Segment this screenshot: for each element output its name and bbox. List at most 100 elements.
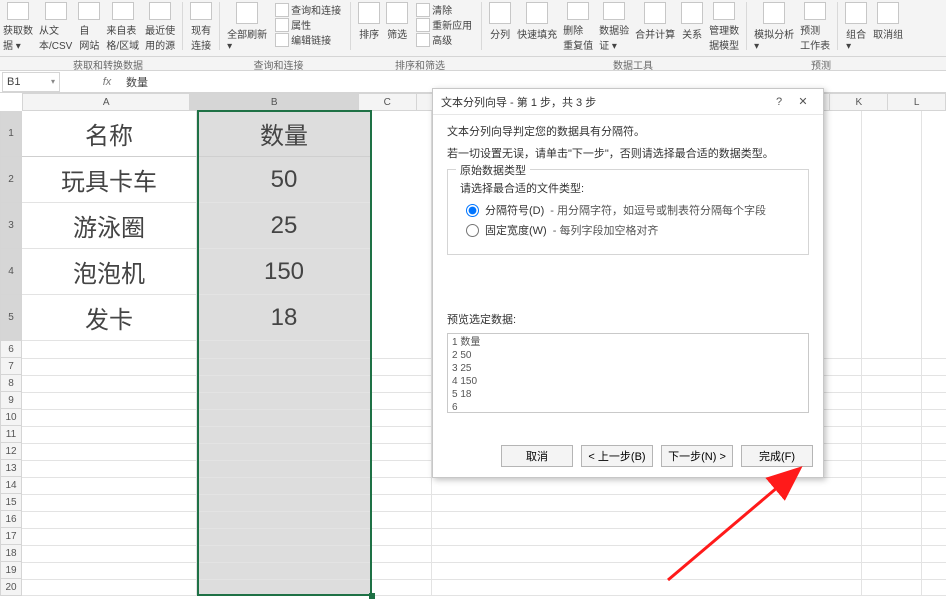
row-header-15[interactable]: 15 bbox=[0, 494, 22, 511]
row-header-19[interactable]: 19 bbox=[0, 562, 22, 579]
cell-b3[interactable]: 25 bbox=[197, 203, 372, 249]
radio-fixed-hint: - 每列字段加空格对齐 bbox=[553, 222, 659, 238]
ribbon-consolidate[interactable]: 合并计算 bbox=[632, 2, 678, 52]
text2col-icon bbox=[489, 2, 511, 24]
row-header-11[interactable]: 11 bbox=[0, 426, 22, 443]
chevron-down-icon: ▾ bbox=[51, 77, 55, 86]
cell-a1[interactable]: 名称 bbox=[22, 111, 197, 157]
ribbon-relations[interactable]: 关系 bbox=[678, 2, 706, 52]
col-header-c[interactable]: C bbox=[359, 93, 417, 111]
ribbon-flashfill[interactable]: 快速填充 bbox=[514, 2, 560, 52]
row-header-1[interactable]: 1 bbox=[0, 111, 22, 157]
editlinks-icon bbox=[275, 33, 289, 47]
col-header-a[interactable]: A bbox=[22, 93, 190, 111]
cell-a4[interactable]: 泡泡机 bbox=[22, 249, 197, 295]
next-button[interactable]: 下一步(N) > bbox=[661, 445, 733, 467]
row-header-20[interactable]: 20 bbox=[0, 579, 22, 596]
ribbon-reapply[interactable]: 重新应用 bbox=[413, 17, 475, 32]
cell-a2[interactable]: 玩具卡车 bbox=[22, 157, 197, 203]
col-header-k[interactable]: K bbox=[830, 93, 888, 111]
radio-fixed-input[interactable] bbox=[466, 224, 479, 237]
ribbon-queries[interactable]: 查询和连接 bbox=[272, 2, 344, 17]
row-header-17[interactable]: 17 bbox=[0, 528, 22, 545]
dialog-titlebar[interactable]: 文本分列向导 - 第 1 步，共 3 步 ? ✕ bbox=[433, 89, 823, 115]
ribbon-recent[interactable]: 最近使用的源 bbox=[142, 2, 178, 52]
cell-c-empty[interactable] bbox=[372, 111, 432, 596]
finish-button[interactable]: 完成(F) bbox=[741, 445, 813, 467]
relations-icon bbox=[681, 2, 703, 24]
name-box[interactable]: B1 ▾ bbox=[2, 72, 60, 92]
ribbon-filter[interactable]: 筛选 bbox=[383, 2, 411, 52]
cell-a5[interactable]: 发卡 bbox=[22, 295, 197, 341]
ribbon-from-text[interactable]: 从文本/CSV bbox=[36, 2, 75, 52]
row-header-6[interactable]: 6 bbox=[0, 341, 22, 358]
ribbon-ungroup[interactable]: 取消组 bbox=[870, 2, 906, 52]
cell-b-empty[interactable] bbox=[197, 341, 372, 596]
cell-b2[interactable]: 50 bbox=[197, 157, 372, 203]
ribbon-data-model[interactable]: 管理数据模型 bbox=[706, 2, 742, 52]
cell-a3[interactable]: 游泳圈 bbox=[22, 203, 197, 249]
cell-a-empty[interactable] bbox=[22, 341, 197, 596]
row-header-9[interactable]: 9 bbox=[0, 392, 22, 409]
fx-icon[interactable]: fx bbox=[94, 76, 120, 88]
row-header-13[interactable]: 13 bbox=[0, 460, 22, 477]
group-tools: 数据工具 bbox=[499, 57, 767, 70]
ribbon-text-to-columns[interactable]: 分列 bbox=[486, 2, 514, 52]
close-icon[interactable]: ✕ bbox=[791, 95, 815, 108]
ribbon-sort[interactable]: 排序 bbox=[355, 2, 383, 52]
help-icon[interactable]: ? bbox=[767, 96, 791, 108]
row-header-10[interactable]: 10 bbox=[0, 409, 22, 426]
row-header-3[interactable]: 3 bbox=[0, 203, 22, 249]
row-header-16[interactable]: 16 bbox=[0, 511, 22, 528]
filter-icon bbox=[386, 2, 408, 24]
cancel-button[interactable]: 取消 bbox=[501, 445, 573, 467]
name-box-value: B1 bbox=[7, 76, 20, 88]
ribbon-advanced[interactable]: 高级 bbox=[413, 32, 475, 47]
ribbon-clear[interactable]: 清除 bbox=[413, 2, 475, 17]
back-button[interactable]: < 上一步(B) bbox=[581, 445, 653, 467]
row-header-8[interactable]: 8 bbox=[0, 375, 22, 392]
cell-k-empty[interactable] bbox=[862, 111, 922, 596]
ribbon-whatif[interactable]: 模拟分析▾ bbox=[751, 2, 797, 52]
radio-fixed[interactable]: 固定宽度(W) - 每列字段加空格对齐 bbox=[466, 222, 796, 238]
cell-b5[interactable]: 18 bbox=[197, 295, 372, 341]
row-header-14[interactable]: 14 bbox=[0, 477, 22, 494]
col-header-b[interactable]: B bbox=[190, 93, 358, 111]
gridline bbox=[22, 511, 946, 512]
ribbon-from-web[interactable]: 自网站 bbox=[75, 2, 103, 52]
selection-handle[interactable] bbox=[369, 593, 375, 599]
ribbon-group[interactable]: 组合▾ bbox=[842, 2, 870, 52]
ribbon-editlinks[interactable]: 编辑链接 bbox=[272, 32, 344, 47]
ribbon-remove-dup[interactable]: 删除重复值 bbox=[560, 2, 596, 52]
row-header-2[interactable]: 2 bbox=[0, 157, 22, 203]
ribbon-refresh-all[interactable]: 全部刷新▾ bbox=[224, 2, 270, 52]
ribbon-data-valid[interactable]: 数据验证 ▾ bbox=[596, 2, 632, 52]
row-header-7[interactable]: 7 bbox=[0, 358, 22, 375]
gridline bbox=[22, 528, 946, 529]
row-header-12[interactable]: 12 bbox=[0, 443, 22, 460]
cell-b4[interactable]: 150 bbox=[197, 249, 372, 295]
row-header-18[interactable]: 18 bbox=[0, 545, 22, 562]
ribbon-forecast[interactable]: 预测工作表 bbox=[797, 2, 833, 52]
row-header-4[interactable]: 4 bbox=[0, 249, 22, 295]
ribbon-from-table[interactable]: 来自表格/区域 bbox=[103, 2, 142, 52]
ribbon-filter-column: 清除 重新应用 高级 bbox=[411, 2, 477, 52]
row-header-5[interactable]: 5 bbox=[0, 295, 22, 341]
radio-delimited[interactable]: 分隔符号(D) - 用分隔字符，如逗号或制表符分隔每个字段 bbox=[466, 202, 796, 218]
whatif-icon bbox=[763, 2, 785, 24]
group-get: 获取和转换数据 bbox=[0, 57, 216, 70]
radio-delimited-input[interactable] bbox=[466, 204, 479, 217]
ribbon: 获取数据 ▾ 从文本/CSV 自网站 来自表格/区域 最近使用的源 现有连接 全… bbox=[0, 0, 946, 57]
dialog-line1: 文本分列向导判定您的数据具有分隔符。 bbox=[447, 123, 809, 139]
ribbon-properties[interactable]: 属性 bbox=[272, 17, 344, 32]
ribbon-get-data[interactable]: 获取数据 ▾ bbox=[0, 2, 36, 52]
cell-b1[interactable]: 数量 bbox=[197, 111, 372, 157]
radio-delimited-label: 分隔符号(D) bbox=[485, 202, 544, 218]
group-conn: 查询和连接 bbox=[216, 57, 341, 70]
col-header-l[interactable]: L bbox=[888, 93, 946, 111]
cell-l-empty[interactable] bbox=[922, 111, 946, 596]
row-headers: 1 2 3 4 5 6 7 8 9 10 11 12 13 14 15 16 1… bbox=[0, 111, 22, 596]
separator bbox=[219, 2, 220, 50]
preview-line: 2 50 bbox=[452, 349, 804, 362]
ribbon-existing-conn[interactable]: 现有连接 bbox=[187, 2, 215, 52]
